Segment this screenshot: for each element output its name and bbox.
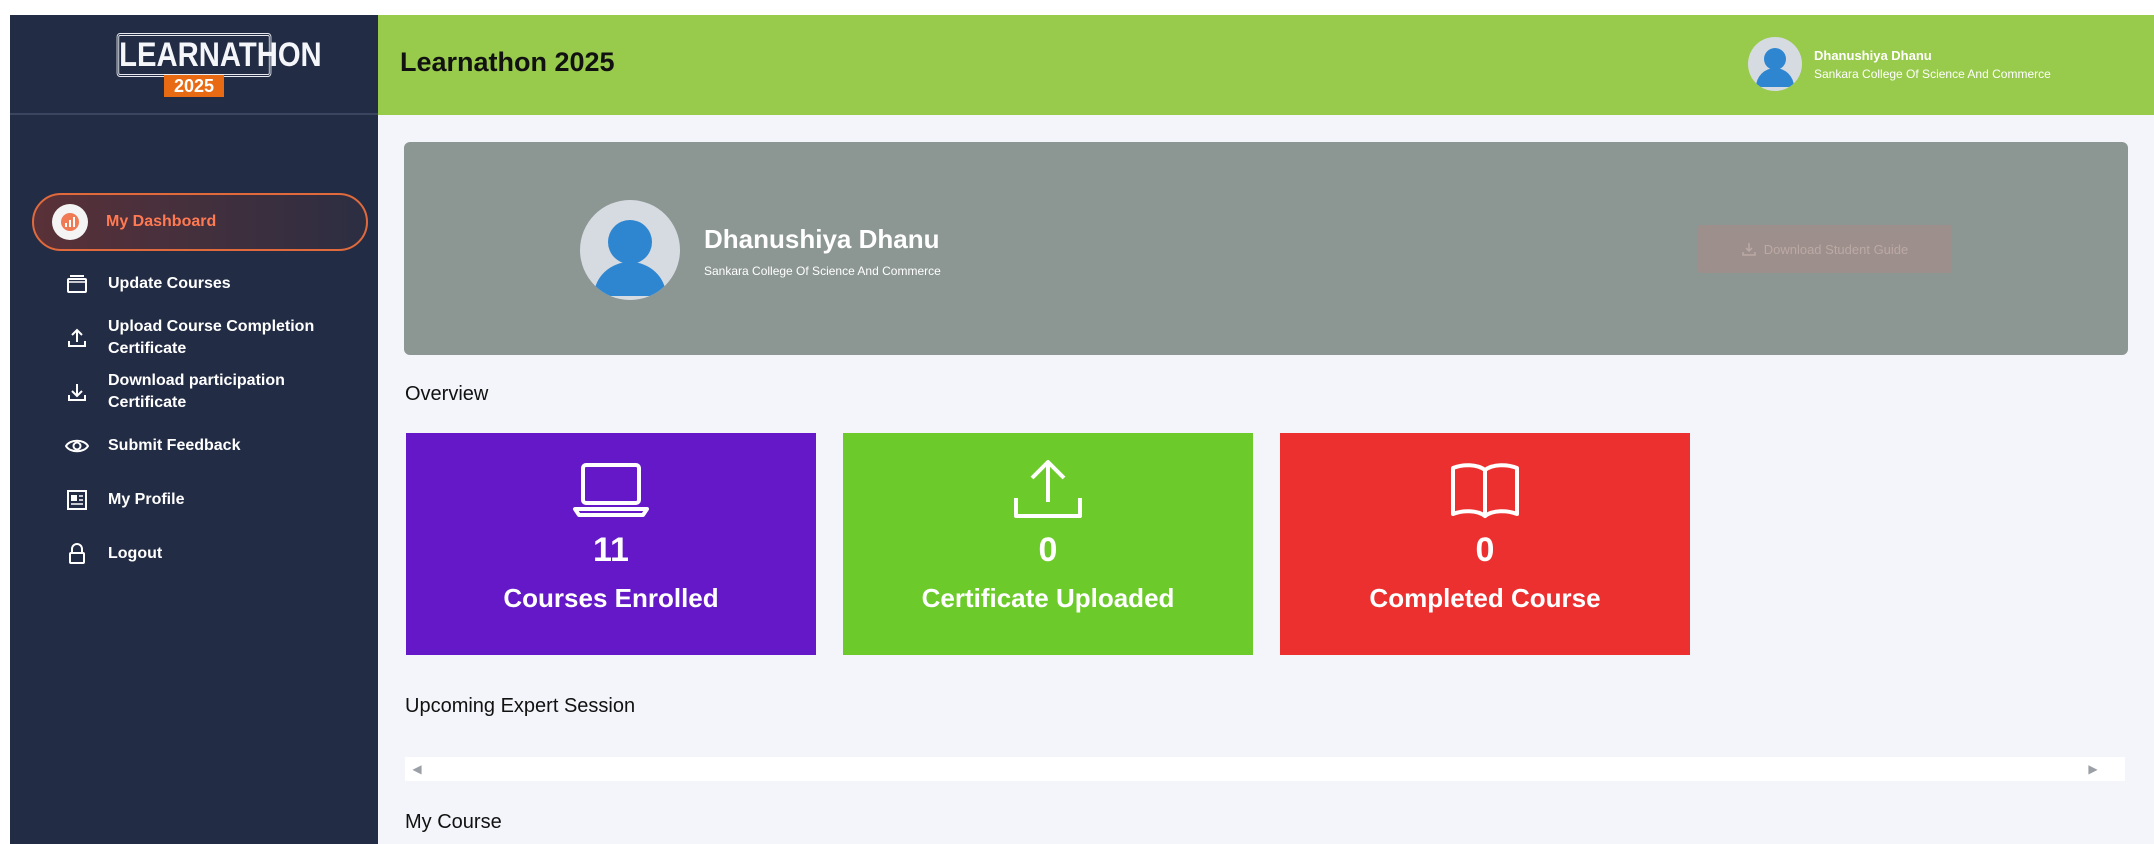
user-menu[interactable]: Dhanushiya Dhanu Sankara College Of Scie… bbox=[1748, 37, 2051, 91]
download-student-guide-button[interactable]: Download Student Guide bbox=[1698, 225, 1952, 273]
upcoming-session-title: Upcoming Expert Session bbox=[405, 695, 636, 717]
profile-name: Dhanushiya Dhanu bbox=[704, 224, 940, 254]
sidebar-item-my-profile[interactable]: My Profile bbox=[32, 473, 368, 527]
logo-year: 2025 bbox=[164, 75, 224, 97]
stat-label: Courses Enrolled bbox=[503, 583, 719, 613]
user-name: Dhanushiya Dhanu bbox=[1814, 47, 1932, 63]
sidebar-item-download-certificate[interactable]: Download participation Certificate bbox=[32, 365, 368, 419]
profile-card-icon bbox=[62, 481, 92, 519]
my-course-title: My Course bbox=[405, 811, 502, 833]
user-info: Dhanushiya Dhanu Sankara College Of Scie… bbox=[1814, 48, 2051, 81]
sidebar-item-label: Download participation Certificate bbox=[108, 372, 285, 411]
sidebar-item-label: Logout bbox=[108, 545, 163, 562]
sidebar-item-my-dashboard[interactable]: My Dashboard bbox=[32, 193, 368, 251]
stat-label: Completed Course bbox=[1369, 583, 1601, 613]
logo[interactable]: LEARNATHON 2025 bbox=[104, 31, 322, 97]
user-college: Sankara College Of Science And Commerce bbox=[1814, 66, 2051, 81]
page-title: Learnathon 2025 bbox=[400, 47, 615, 77]
sidebar-item-logout[interactable]: Logout bbox=[32, 527, 368, 581]
top-header: Learnathon 2025 Dhanushiya Dhanu Sankara… bbox=[378, 15, 2154, 115]
stat-card-courses-enrolled[interactable]: 11 Courses Enrolled bbox=[406, 433, 816, 655]
app-root: LEARNATHON 2025 My Dashboard Update Cour… bbox=[10, 15, 2154, 844]
sidebar-item-label: My Profile bbox=[108, 491, 185, 508]
sidebar-item-label: Submit Feedback bbox=[108, 437, 241, 454]
stat-label: Certificate Uploaded bbox=[921, 583, 1175, 613]
stat-value: 0 bbox=[1475, 531, 1495, 569]
stat-value: 11 bbox=[593, 531, 629, 569]
scroll-right-icon[interactable]: ▶ bbox=[2085, 761, 2101, 777]
avatar[interactable] bbox=[1748, 37, 1802, 91]
sidebar-item-label: Upload Course Completion Certificate bbox=[108, 318, 315, 357]
lock-icon bbox=[62, 535, 92, 573]
sidebar-item-update-courses[interactable]: Update Courses bbox=[32, 257, 368, 311]
window-icon bbox=[62, 265, 92, 303]
laptop-icon bbox=[406, 457, 816, 523]
sidebar-nav: My Dashboard Update Courses Upload Cours… bbox=[32, 193, 368, 581]
stat-value: 0 bbox=[1038, 531, 1058, 569]
logo-area: LEARNATHON 2025 bbox=[10, 15, 378, 115]
sidebar-item-upload-certificate[interactable]: Upload Course Completion Certificate bbox=[32, 311, 368, 365]
sidebar: LEARNATHON 2025 My Dashboard Update Cour… bbox=[10, 15, 378, 844]
sidebar-item-label: My Dashboard bbox=[106, 213, 217, 230]
stat-card-completed-course[interactable]: 0 Completed Course bbox=[1280, 433, 1690, 655]
eye-icon bbox=[62, 427, 92, 465]
main-content: Dhanushiya Dhanu Sankara College Of Scie… bbox=[378, 115, 2154, 844]
profile-banner: Dhanushiya Dhanu Sankara College Of Scie… bbox=[404, 142, 2128, 355]
download-student-guide-label: Download Student Guide bbox=[1763, 241, 1909, 257]
logo-text: LEARNATHON bbox=[116, 33, 322, 77]
upload-icon bbox=[62, 319, 92, 357]
profile-college: Sankara College Of Science And Commerce bbox=[704, 264, 941, 278]
sidebar-item-submit-feedback[interactable]: Submit Feedback bbox=[32, 419, 368, 473]
upcoming-session-scroller[interactable]: ◀ ▶ bbox=[405, 757, 2125, 781]
download-icon bbox=[62, 373, 92, 411]
sidebar-item-label: Update Courses bbox=[108, 275, 231, 292]
download-icon bbox=[1741, 243, 1756, 256]
overview-title: Overview bbox=[405, 383, 489, 405]
book-icon bbox=[1280, 457, 1690, 523]
chart-icon bbox=[52, 204, 88, 240]
stat-card-certificate-uploaded[interactable]: 0 Certificate Uploaded bbox=[843, 433, 1253, 655]
scroll-left-icon[interactable]: ◀ bbox=[409, 761, 425, 777]
profile-avatar bbox=[580, 200, 680, 300]
upload-icon bbox=[843, 457, 1253, 523]
